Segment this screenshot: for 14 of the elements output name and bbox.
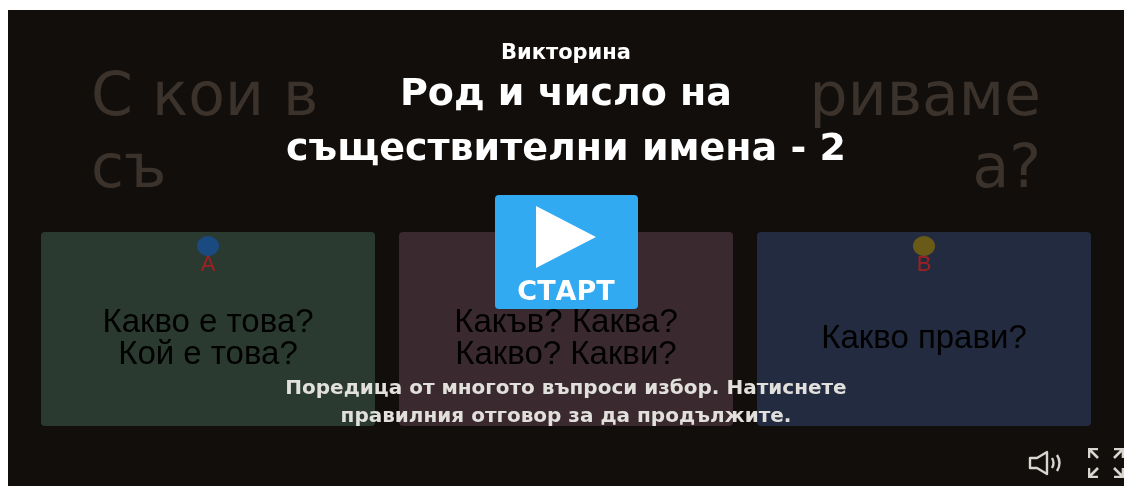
- card-text: Какво е това?: [102, 305, 314, 337]
- card-text: Какво? Какви?: [455, 337, 677, 369]
- card-text: Какво прави?: [821, 321, 1027, 353]
- quiz-title: Род и число на: [399, 69, 732, 116]
- card-letter: А: [200, 256, 216, 272]
- fullscreen-icon[interactable]: [1088, 448, 1124, 478]
- volume-icon[interactable]: [1028, 450, 1064, 476]
- quiz-title: съществителни имена - 2: [286, 125, 846, 171]
- card-letter: В: [916, 256, 932, 272]
- card-text: Кой е това?: [118, 337, 298, 369]
- play-icon[interactable]: [536, 206, 596, 268]
- start-button[interactable]: СТАРТ: [494, 195, 638, 309]
- instructions-text: Поредица от многото въпроси избор. Натиснете правилния отговор за да продължите.: [284, 374, 848, 429]
- quiz-label: Викторина: [501, 39, 631, 65]
